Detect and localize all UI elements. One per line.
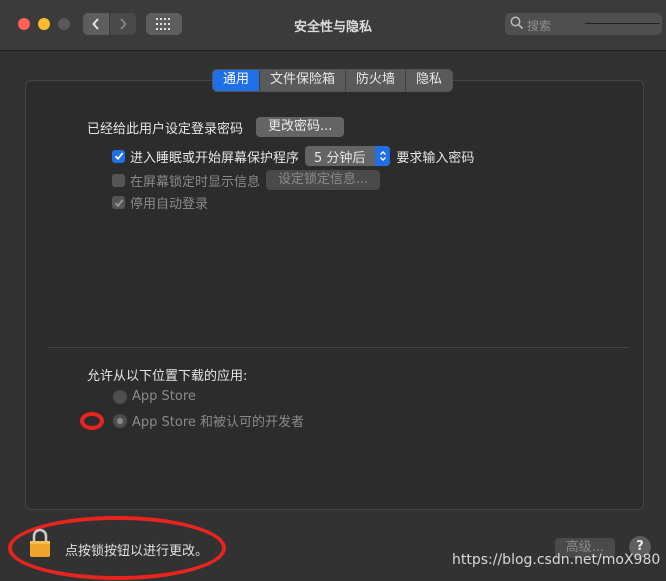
password-delay-select[interactable]: 5 分钟后 — [305, 146, 391, 166]
show-message-label: 在屏幕锁定时显示信息 — [130, 174, 261, 190]
password-set-text: 已经给此用户设定登录密码 — [87, 121, 244, 137]
change-password-button[interactable]: 更改密码... — [256, 117, 345, 137]
require-password-checkbox[interactable] — [112, 149, 125, 163]
section-divider — [47, 347, 629, 348]
title-bar: 安全性与隐私 搜索 — [0, 0, 666, 51]
tab-bar: 通用 文件保险箱 防火墙 隐私 — [212, 69, 454, 92]
tab-privacy[interactable]: 隐私 — [405, 70, 452, 91]
tab-filevault[interactable]: 文件保险箱 — [259, 70, 345, 91]
tab-firewall[interactable]: 防火墙 — [345, 70, 405, 91]
watermark-text: https://blog.csdn.net/moX980 — [452, 552, 661, 568]
identified-developers-radio-label: App Store 和被认可的开发者 — [132, 415, 305, 430]
password-row: 已经给此用户设定登录密码 更改密码... — [87, 117, 345, 137]
download-option-appstore: App Store — [113, 389, 196, 404]
search-underline — [585, 23, 660, 24]
stepper-arrows-icon — [375, 146, 391, 166]
checkmark-icon — [114, 198, 123, 207]
disable-auto-login-label: 停用自动登录 — [130, 197, 209, 212]
set-lock-message-button[interactable]: 设定锁定信息... — [266, 170, 381, 190]
search-icon — [510, 16, 524, 30]
require-password-row: 进入睡眠或开始屏幕保护程序 5 分钟后 要求输入密码 — [112, 146, 474, 166]
show-message-row: 在屏幕锁定时显示信息 设定锁定信息... — [112, 170, 381, 190]
require-password-suffix: 要求输入密码 — [396, 150, 475, 166]
downloads-heading-row: 允许从以下位置下载的应用: — [87, 365, 247, 384]
download-option-identified: App Store 和被认可的开发者 — [113, 411, 304, 430]
search-placeholder: 搜索 — [527, 19, 552, 33]
tab-general[interactable]: 通用 — [213, 70, 260, 91]
lock-icon[interactable] — [28, 528, 52, 558]
search-field[interactable]: 搜索 — [505, 13, 662, 35]
auto-login-row: 停用自动登录 — [112, 193, 208, 212]
show-message-checkbox[interactable] — [112, 173, 125, 187]
password-delay-value: 5 分钟后 — [314, 150, 366, 166]
disable-auto-login-checkbox[interactable] — [112, 196, 125, 209]
lock-hint-text: 点按锁按钮以进行更改。 — [65, 544, 209, 559]
checkmark-icon — [114, 152, 123, 161]
settings-panel — [25, 80, 644, 510]
annotation-circle-radio — [80, 412, 104, 430]
app-store-radio-label: App Store — [132, 389, 196, 404]
app-store-radio[interactable] — [113, 389, 127, 404]
downloads-heading: 允许从以下位置下载的应用: — [87, 369, 248, 384]
identified-developers-radio[interactable] — [113, 413, 127, 428]
require-password-label: 进入睡眠或开始屏幕保护程序 — [130, 150, 300, 166]
